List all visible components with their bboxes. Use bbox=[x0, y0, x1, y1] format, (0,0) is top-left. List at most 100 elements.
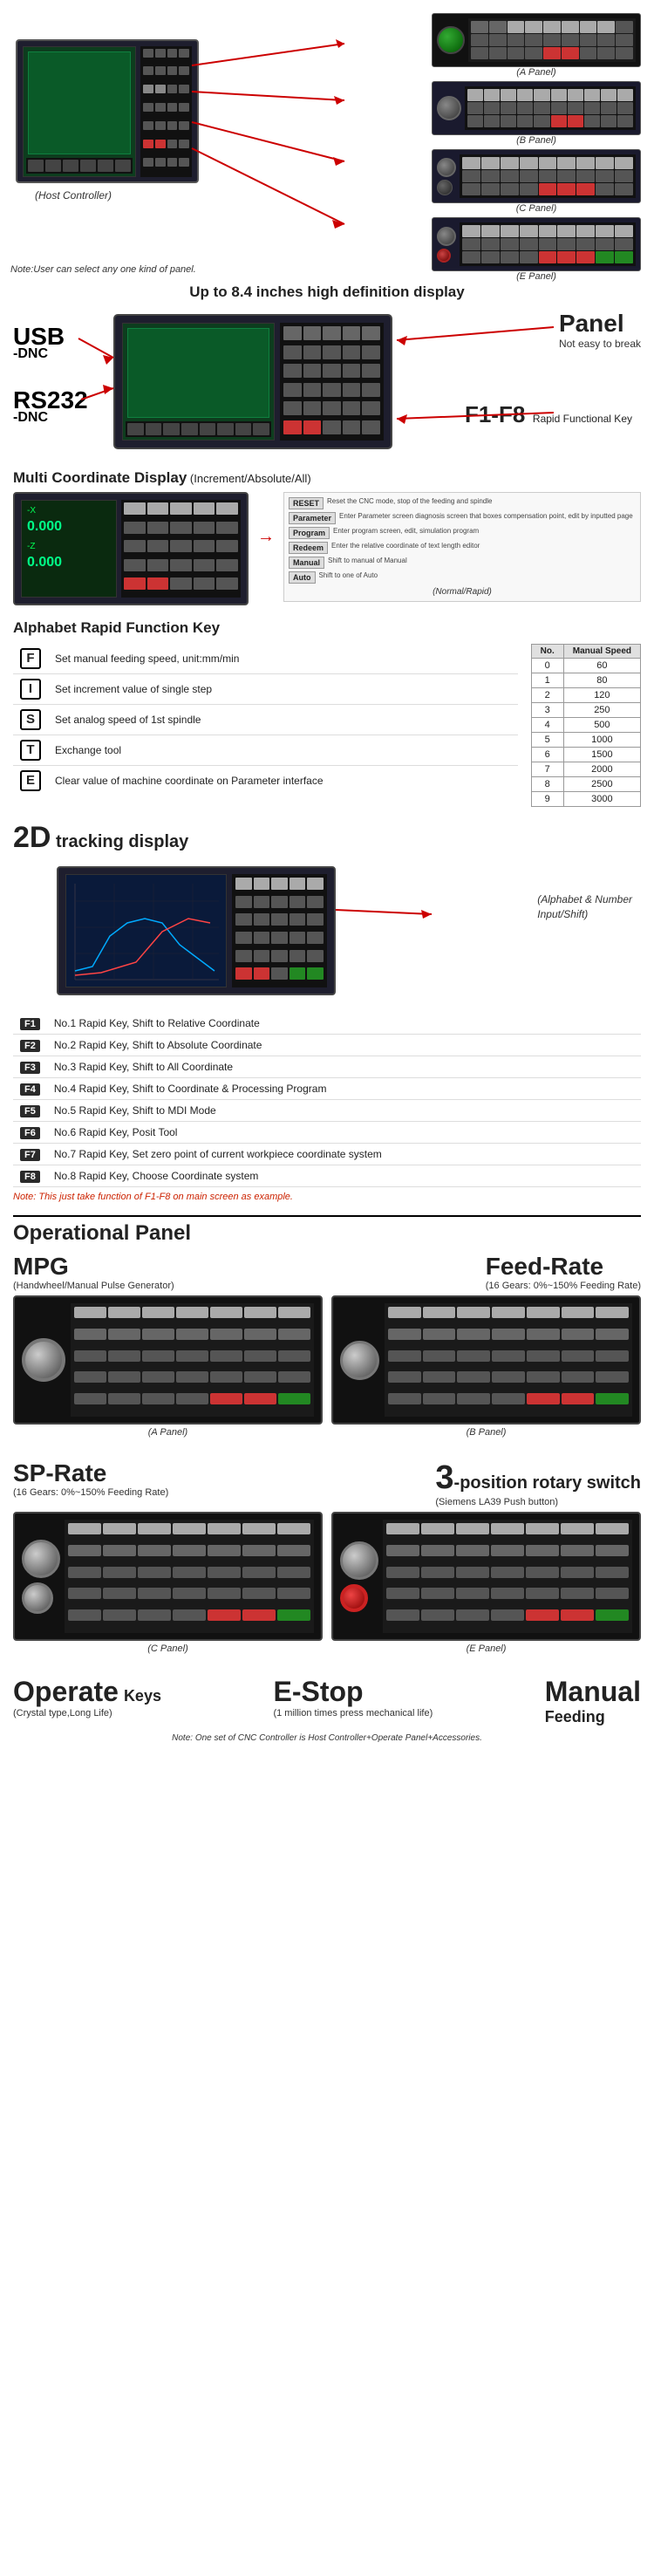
usb-label-group: USB -DNC bbox=[13, 323, 65, 362]
alpha-row-s: S Set analog speed of 1st spindle bbox=[13, 705, 518, 735]
note-bottom: Note: One set of CNC Controller is Host … bbox=[13, 1733, 641, 1743]
panel-e-keys bbox=[460, 222, 636, 266]
speed-val-2: 120 bbox=[563, 688, 640, 703]
op-panel-c-label: (C Panel) bbox=[13, 1643, 323, 1654]
panel-b-box bbox=[432, 81, 641, 135]
speed-no-8: 8 bbox=[531, 777, 563, 792]
op-panel-a-wrapper: (A Panel) bbox=[13, 1295, 323, 1438]
coord-x-val: 0.000 bbox=[27, 519, 111, 535]
f1f8-key-cell-0: F1 bbox=[13, 1013, 47, 1035]
2d-big: 2D bbox=[13, 821, 51, 854]
mpg-sub: (Handwheel/Manual Pulse Generator) bbox=[13, 1281, 174, 1291]
rotary-title-line: 3-position rotary switch bbox=[435, 1459, 641, 1497]
speed-val-7: 2000 bbox=[563, 762, 640, 777]
hd-diagram: USB -DNC RS232 -DNC bbox=[13, 310, 641, 458]
speed-row-5: 5 1000 bbox=[531, 733, 640, 748]
op-panel-e-keys bbox=[383, 1520, 632, 1633]
tracking-keys bbox=[232, 874, 327, 987]
f1f8-key-badge-5: F6 bbox=[20, 1127, 40, 1139]
manual-title: Manual bbox=[545, 1676, 641, 1708]
f1f8-row-4: F5 No.5 Rapid Key, Shift to MDI Mode bbox=[13, 1100, 641, 1122]
sp-rate-sub: (16 Gears: 0%~150% Feeding Rate) bbox=[13, 1487, 168, 1498]
alpha-desc-e: Clear value of machine coordinate on Par… bbox=[48, 766, 518, 796]
operate-title: Operate bbox=[13, 1676, 119, 1708]
f1f8-label-group: F1-F8 Rapid Functional Key bbox=[465, 401, 632, 428]
speed-val-6: 1500 bbox=[563, 748, 640, 762]
f1f8-desc-0: No.1 Rapid Key, Shift to Relative Coordi… bbox=[47, 1013, 641, 1035]
panel-e-knob1 bbox=[437, 227, 456, 246]
f1f8-big: F1-F8 bbox=[465, 401, 525, 427]
f1f8-key-cell-1: F2 bbox=[13, 1035, 47, 1056]
hd-section: Up to 8.4 inches high definition display… bbox=[0, 279, 654, 462]
estop-sub: (1 million times press mechanical life) bbox=[273, 1708, 433, 1718]
coord-unit: -X 0.000 -Z 0.000 bbox=[13, 492, 249, 605]
e-knob-1 bbox=[340, 1541, 378, 1580]
tracking-title: 2D tracking display bbox=[13, 821, 641, 855]
alpha-row-i: I Set increment value of single step bbox=[13, 674, 518, 705]
alpha-key-f: F bbox=[20, 648, 41, 669]
alpha-section: Alphabet Rapid Function Key F Set manual… bbox=[0, 612, 654, 814]
f1f8-key-cell-7: F8 bbox=[13, 1165, 47, 1187]
host-controller-img bbox=[16, 39, 199, 183]
note-f1f8: Note: This just take function of F1-F8 o… bbox=[13, 1192, 641, 1202]
f1f8-row-0: F1 No.1 Rapid Key, Shift to Relative Coo… bbox=[13, 1013, 641, 1035]
coord-x-label: -X bbox=[27, 506, 111, 516]
alpha-key-e-cell: E bbox=[13, 766, 48, 796]
reset-btn-0: RESET bbox=[289, 497, 324, 509]
reset-btn-5: Auto bbox=[289, 571, 316, 584]
speed-no-9: 9 bbox=[531, 792, 563, 807]
reset-btn-3: Redeem bbox=[289, 542, 328, 554]
panel-a-label: (A Panel) bbox=[432, 67, 641, 78]
reset-desc-2: Enter program screen, edit, simulation p… bbox=[333, 527, 479, 536]
main-unit bbox=[113, 314, 392, 449]
panel-a-keys bbox=[468, 18, 636, 62]
alpha-desc-s: Set analog speed of 1st spindle bbox=[48, 705, 518, 735]
op-panel-b bbox=[331, 1295, 641, 1425]
c-knob-1 bbox=[22, 1540, 60, 1578]
reset-desc-0: Reset the CNC mode, stop of the feeding … bbox=[327, 497, 492, 506]
speed-no-3: 3 bbox=[531, 703, 563, 718]
reset-row-0: RESET Reset the CNC mode, stop of the fe… bbox=[289, 497, 636, 509]
sp-rate-group: SP-Rate (16 Gears: 0%~150% Feeding Rate) bbox=[13, 1459, 168, 1507]
alpha-key-t-cell: T bbox=[13, 735, 48, 766]
reset-row-1: Parameter Enter Parameter screen diagnos… bbox=[289, 512, 636, 524]
f1f8-desc-1: No.2 Rapid Key, Shift to Absolute Coordi… bbox=[47, 1035, 641, 1056]
speed-header: No. Manual Speed bbox=[531, 645, 640, 659]
reset-desc-1: Enter Parameter screen diagnosis screen … bbox=[339, 512, 633, 521]
op-mpg-knob bbox=[22, 1338, 65, 1382]
f1f8-key-badge-3: F4 bbox=[20, 1083, 40, 1096]
speed-row-7: 7 2000 bbox=[531, 762, 640, 777]
panel-label-right: Panel Not easy to break bbox=[559, 310, 641, 350]
f1f8-row-3: F4 No.4 Rapid Key, Shift to Coordinate &… bbox=[13, 1078, 641, 1100]
speed-no-7: 7 bbox=[531, 762, 563, 777]
f1f8-key-cell-6: F7 bbox=[13, 1144, 47, 1165]
speed-val-9: 3000 bbox=[563, 792, 640, 807]
rotary-num: 3 bbox=[435, 1459, 453, 1497]
panel-c-knob2 bbox=[437, 180, 453, 195]
host-screen bbox=[23, 46, 136, 177]
coord-subtitle: (Increment/Absolute/All) bbox=[187, 472, 310, 485]
coord-title: Multi Coordinate Display (Increment/Abso… bbox=[13, 469, 641, 487]
panel-c-knobs bbox=[22, 1540, 60, 1614]
panel-e-label: (E Panel) bbox=[432, 271, 641, 282]
speed-row-1: 1 80 bbox=[531, 673, 640, 688]
mpg-title: MPG bbox=[13, 1253, 174, 1281]
alpha-desc-i: Set increment value of single step bbox=[48, 674, 518, 705]
sp-rate-title: SP-Rate bbox=[13, 1459, 168, 1487]
op-section: Operational Panel MPG (Handwheel/Manual … bbox=[0, 1206, 654, 1752]
tracking-graph bbox=[66, 875, 227, 987]
op-panel-e-label: (E Panel) bbox=[331, 1643, 641, 1654]
speed-row-0: 0 60 bbox=[531, 659, 640, 673]
op-bottom-labels: Operate Keys (Crystal type,Long Life) E-… bbox=[13, 1676, 641, 1726]
f1f8-row-6: F7 No.7 Rapid Key, Set zero point of cur… bbox=[13, 1144, 641, 1165]
alpha-key-s-cell: S bbox=[13, 705, 48, 735]
f1f8-sub: Rapid Functional Key bbox=[533, 413, 632, 425]
top-section: (Host Controller) bbox=[0, 9, 654, 279]
op-panel-c-wrapper: (C Panel) bbox=[13, 1512, 323, 1654]
tracking-unit bbox=[57, 866, 336, 995]
speed-row-6: 6 1500 bbox=[531, 748, 640, 762]
op-top-labels: MPG (Handwheel/Manual Pulse Generator) F… bbox=[13, 1253, 641, 1291]
coord-section: Multi Coordinate Display (Increment/Abso… bbox=[0, 462, 654, 612]
speed-no-0: 0 bbox=[531, 659, 563, 673]
f1f8-key-cell-5: F6 bbox=[13, 1122, 47, 1144]
